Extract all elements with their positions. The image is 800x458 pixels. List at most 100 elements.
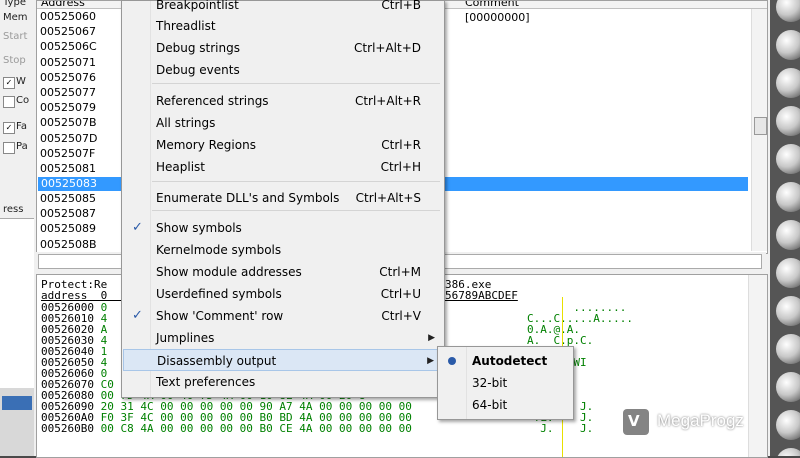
scrollbar-thumb[interactable] [754,117,767,135]
disasm-row-address[interactable]: 00525067 [40,24,96,39]
menu-item-shortcut: Ctrl+V [381,309,421,323]
submenu-item-autodetect[interactable]: Autodetect [439,350,572,372]
writable-label: W [16,76,26,87]
decor-ball [776,106,800,136]
disasm-row-address[interactable]: 00525089 [40,221,96,236]
menu-item-referenced-strings[interactable]: Referenced strings Ctrl+Alt+R [123,90,443,112]
decor-ball [776,144,800,174]
menu-item-label: Text preferences [156,375,256,389]
main-window-sliver: Type Mem Start Stop ✓ W Co ✓ Fa Pa ress [0,0,35,456]
selected-address: 00525083 [41,177,97,190]
address-column-header[interactable]: Address [41,1,85,9]
hex-row[interactable]: 005260B0 00 C8 4A 00 00 00 00 00 B0 CE 4… [41,423,412,434]
menu-item-userdefined-symbols[interactable]: Userdefined symbols Ctrl+U [123,283,443,305]
stop-label: Stop [3,55,26,66]
decor-ball [776,410,800,440]
disasm-row-address[interactable]: 00525060 [40,9,96,24]
menu-item-shortcut: Ctrl+Alt+R [354,94,421,108]
menu-item-label: Debug strings [156,41,240,55]
menu-item-label: Threadlist [156,19,216,33]
view-context-menu: Breakpointlist Ctrl+B Threadlist Debug stri… [121,0,445,398]
disasm-row-address[interactable]: 00525076 [40,70,96,85]
disasm-row-address[interactable]: 0052507D [40,131,97,146]
hex-row-address: 005260B0 [41,422,94,435]
menu-item-label: Heaplist [156,160,206,174]
disasm-row-address[interactable]: 0052507B [40,115,97,130]
menu-item-show-module-addresses[interactable]: Show module addresses Ctrl+M [123,261,443,283]
menu-item-label: Jumplines [156,331,215,345]
check-icon: ✓ [132,220,143,235]
fast-scan-label: Fa [16,121,27,132]
disasm-row-address[interactable]: 0052507F [40,146,95,161]
copy-on-write-label: Co [16,95,30,106]
menu-item-all-strings[interactable]: All strings [123,112,443,134]
desktop-background [770,0,800,456]
address-label: ress [3,204,24,215]
disasm-row-address[interactable]: 00525071 [40,55,96,70]
writable-checkbox[interactable]: ✓ [3,77,15,89]
menu-item-shortcut: Ctrl+R [381,138,421,152]
menu-item-label: Enumerate DLL's and Symbols [156,191,340,205]
menu-item-label: Debug events [156,63,240,77]
disasm-row-address[interactable]: 00525077 [40,85,96,100]
disasm-row-address[interactable]: 00525081 [40,161,96,176]
menu-item-show-symbols[interactable]: ✓ Show symbols [123,217,443,239]
menu-item-label: Breakpointlist [156,0,239,12]
menu-item-memory-regions[interactable]: Memory Regions Ctrl+R [123,134,443,156]
decor-ball [776,334,800,364]
menu-item-shortcut: Ctrl+U [380,287,421,301]
decor-ball [776,68,800,98]
decor-ball [776,0,800,22]
comment-value: [00000000] [465,11,530,24]
menu-item-disassembly-output[interactable]: Disassembly output ▶ [123,349,443,371]
menu-item-label: Kernelmode symbols [156,243,282,257]
fast-scan-checkbox[interactable]: ✓ [3,122,15,134]
menu-item-debug-strings[interactable]: Debug strings Ctrl+Alt+D [123,37,443,59]
menu-item-label: Show symbols [156,221,242,235]
submenu-item-64-bit[interactable]: 64-bit [439,394,572,416]
decor-ball [776,30,800,60]
menu-item-label: Memory Regions [156,138,256,152]
pause-checkbox[interactable] [3,142,15,154]
comment-column-header[interactable]: Comment [465,1,519,9]
menu-separator [152,210,440,211]
menu-item-threadlist[interactable]: Threadlist [123,15,443,37]
copy-on-write-checkbox[interactable] [3,96,15,108]
start-label: Start [3,31,28,42]
submenu-item-label: Autodetect [472,354,548,368]
submenu-item-label: 32-bit [472,376,508,390]
menu-separator [152,181,440,182]
submenu-item-label: 64-bit [472,398,508,412]
type-label: Type [3,0,26,8]
watermark-logo-icon: V [623,409,649,435]
address-list[interactable] [0,218,34,389]
submenu-arrow-icon: ▶ [428,333,435,343]
menu-item-kernelmode-symbols[interactable]: Kernelmode symbols [123,239,443,261]
disasm-row-address[interactable]: 0052506C [40,39,97,54]
menu-item-text-preferences[interactable]: Text preferences [123,371,443,393]
hex-row-ascii: J. J. [527,422,594,435]
disassembler-scrollbar[interactable] [751,9,767,251]
menu-item-heaplist[interactable]: Heaplist Ctrl+H [123,156,443,178]
disasm-row-address[interactable]: 00525079 [40,100,96,115]
menu-item-label: Show 'Comment' row [156,309,284,323]
blue-button[interactable] [2,396,32,410]
disasm-row-address[interactable]: 0052508B [40,237,97,252]
menu-item-enumerate-dll-s-and-symbols[interactable]: Enumerate DLL's and Symbols Ctrl+Alt+S [123,187,443,209]
memory-label: Mem [3,12,28,23]
check-icon: ✓ [132,308,143,323]
disasm-row-address[interactable]: 00525085 [40,191,96,206]
menu-item-breakpointlist[interactable]: Breakpointlist Ctrl+B [123,0,443,16]
submenu-item-32-bit[interactable]: 32-bit [439,372,572,394]
menu-item-label: Referenced strings [156,94,269,108]
menu-item-label: Show module addresses [156,265,302,279]
decor-ball [776,372,800,402]
menu-item-jumplines[interactable]: Jumplines ▶ [123,327,443,349]
disassembly-output-submenu: Autodetect 32-bit 64-bit [437,346,574,420]
menu-item-show-comment-row[interactable]: ✓ Show 'Comment' row Ctrl+V [123,305,443,327]
menu-item-shortcut: Ctrl+B [381,0,421,12]
decor-ball [776,182,800,212]
pause-label: Pa [16,141,28,152]
menu-item-debug-events[interactable]: Debug events [123,59,443,81]
disasm-row-address[interactable]: 00525087 [40,206,96,221]
